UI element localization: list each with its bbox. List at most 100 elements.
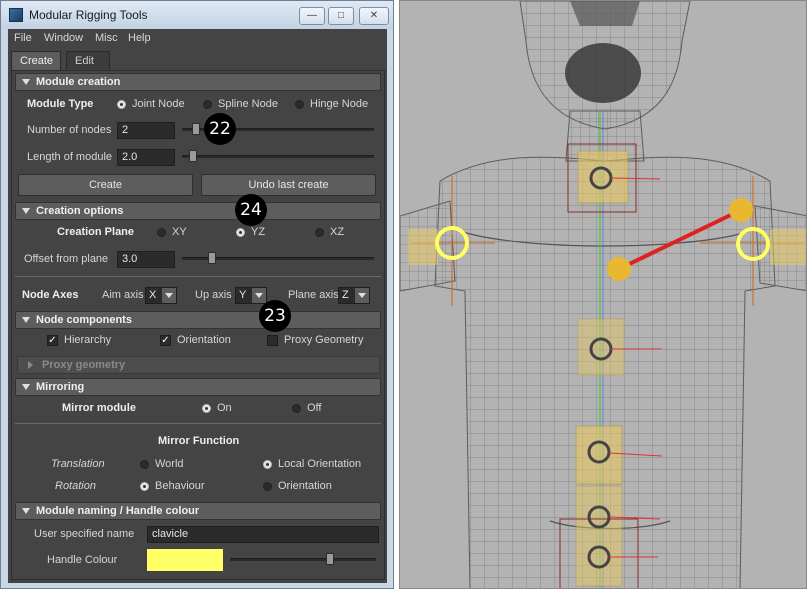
rigging-tools-window: Modular Rigging Tools — □ ✕ File Window … (0, 0, 394, 589)
translation-world-label: World (155, 458, 184, 470)
section-creation-options[interactable]: Creation options (15, 202, 381, 220)
radio-plane-xz[interactable] (315, 228, 324, 237)
radio-plane-yz[interactable] (236, 228, 245, 237)
maximize-button[interactable]: □ (328, 7, 354, 25)
section-module-creation[interactable]: Module creation (15, 73, 381, 91)
section-proxy-geometry[interactable]: Proxy geometry (17, 356, 380, 374)
tab-create[interactable]: Create (11, 51, 61, 70)
translation-label: Translation (51, 458, 105, 470)
window-title: Modular Rigging Tools (29, 8, 148, 22)
mirror-on-label: On (217, 402, 232, 414)
chevron-down-icon (355, 288, 369, 303)
plane-axis-value: Z (342, 289, 349, 301)
aim-axis-label: Aim axis (102, 289, 144, 301)
offset-from-plane-field[interactable]: 3.0 (117, 251, 175, 268)
menu-file[interactable]: File (14, 32, 32, 44)
handle-colour-swatch[interactable] (147, 549, 223, 571)
up-axis-dropdown[interactable]: Y (235, 287, 267, 304)
plane-axis-dropdown[interactable]: Z (338, 287, 370, 304)
number-of-nodes-slider-handle[interactable] (192, 123, 200, 135)
plane-axis-label: Plane axis (288, 289, 339, 301)
rotation-behaviour-label: Behaviour (155, 480, 205, 492)
section-title: Proxy geometry (42, 359, 126, 371)
undo-last-create-button[interactable]: Undo last create (201, 174, 376, 196)
user-specified-name-field[interactable]: clavicle (147, 526, 379, 543)
aim-axis-dropdown[interactable]: X (145, 287, 177, 304)
node-axes-label: Node Axes (22, 289, 79, 301)
user-specified-name-label: User specified name (34, 528, 135, 540)
section-module-naming[interactable]: Module naming / Handle colour (15, 502, 381, 520)
offset-from-plane-label: Offset from plane (24, 253, 109, 265)
character-head-mesh (519, 1, 691, 130)
radio-joint-node[interactable] (117, 100, 126, 109)
mirror-module-label: Mirror module (62, 402, 136, 414)
plane-yz-label: YZ (251, 226, 266, 238)
spline-node-label: Spline Node (218, 98, 278, 110)
close-button[interactable]: ✕ (359, 7, 389, 25)
menu-window[interactable]: Window (44, 32, 83, 44)
radio-translation-local-orientation[interactable] (263, 460, 272, 469)
tab-content-create: Module creation Module Type Joint Node S… (11, 70, 385, 580)
joint-node-label: Joint Node (132, 98, 185, 110)
mirror-off-label: Off (307, 402, 322, 414)
section-title: Module naming / Handle colour (36, 505, 200, 517)
offset-slider-handle[interactable] (208, 252, 216, 264)
plane-xz-label: XZ (330, 226, 345, 238)
title-bar[interactable]: Modular Rigging Tools — □ ✕ (1, 1, 393, 29)
radio-translation-world[interactable] (140, 460, 149, 469)
radio-spline-node[interactable] (203, 100, 212, 109)
collapse-triangle-icon (22, 508, 30, 514)
orientation-checkbox[interactable]: ✓ (160, 335, 171, 346)
section-node-components[interactable]: Node components (15, 311, 381, 329)
menu-bar: File Window Misc Help (8, 29, 387, 47)
orientation-label: Orientation (177, 334, 231, 346)
module-type-label: Module Type (27, 98, 94, 110)
plane-xy-label: XY (172, 226, 187, 238)
radio-hinge-node[interactable] (295, 100, 304, 109)
maya-app-icon (9, 8, 23, 22)
hinge-node-label: Hinge Node (310, 98, 369, 110)
mirror-function-label: Mirror Function (158, 435, 240, 447)
collapse-triangle-icon (22, 208, 30, 214)
divider (15, 276, 381, 277)
length-of-module-label: Length of module (27, 151, 113, 163)
handle-colour-slider-handle[interactable] (326, 553, 334, 565)
number-of-nodes-field[interactable]: 2 (117, 122, 175, 139)
proxy-geometry-checkbox[interactable] (267, 335, 278, 346)
creation-plane-label: Creation Plane (57, 226, 135, 238)
section-mirroring[interactable]: Mirroring (15, 378, 381, 396)
tab-edit[interactable]: Edit (66, 51, 110, 70)
radio-mirror-off[interactable] (292, 404, 301, 413)
collapse-triangle-icon (22, 79, 30, 85)
divider (15, 423, 381, 424)
radio-rotation-orientation[interactable] (263, 482, 272, 491)
handle-colour-slider[interactable] (230, 558, 376, 561)
rotation-orientation-label: Orientation (278, 480, 332, 492)
length-of-module-slider-handle[interactable] (189, 150, 197, 162)
collapse-triangle-icon (22, 317, 30, 323)
length-of-module-slider[interactable] (182, 155, 374, 158)
chevron-down-icon (162, 288, 176, 303)
rotation-label: Rotation (55, 480, 96, 492)
menu-misc[interactable]: Misc (95, 32, 118, 44)
hierarchy-checkbox[interactable]: ✓ (47, 335, 58, 346)
radio-rotation-behaviour[interactable] (140, 482, 149, 491)
callout-marker: 23 (259, 300, 291, 332)
expand-triangle-icon (28, 361, 33, 369)
translation-local-orientation-label: Local Orientation (278, 458, 362, 470)
section-title: Module creation (36, 76, 121, 88)
menu-help[interactable]: Help (128, 32, 151, 44)
minimize-button[interactable]: — (299, 7, 325, 25)
collapse-triangle-icon (22, 384, 30, 390)
radio-mirror-on[interactable] (202, 404, 211, 413)
clavicle-start-node-icon (607, 257, 631, 281)
3d-viewport[interactable] (399, 0, 807, 589)
number-of-nodes-label: Number of nodes (27, 124, 112, 136)
clavicle-end-node-icon (729, 198, 753, 222)
length-of-module-field[interactable]: 2.0 (117, 149, 175, 166)
radio-plane-xy[interactable] (157, 228, 166, 237)
window-client: File Window Misc Help Create Edit Module… (8, 29, 387, 583)
create-button[interactable]: Create (18, 174, 193, 196)
callout-marker: 24 (235, 194, 267, 226)
hierarchy-label: Hierarchy (64, 334, 112, 346)
